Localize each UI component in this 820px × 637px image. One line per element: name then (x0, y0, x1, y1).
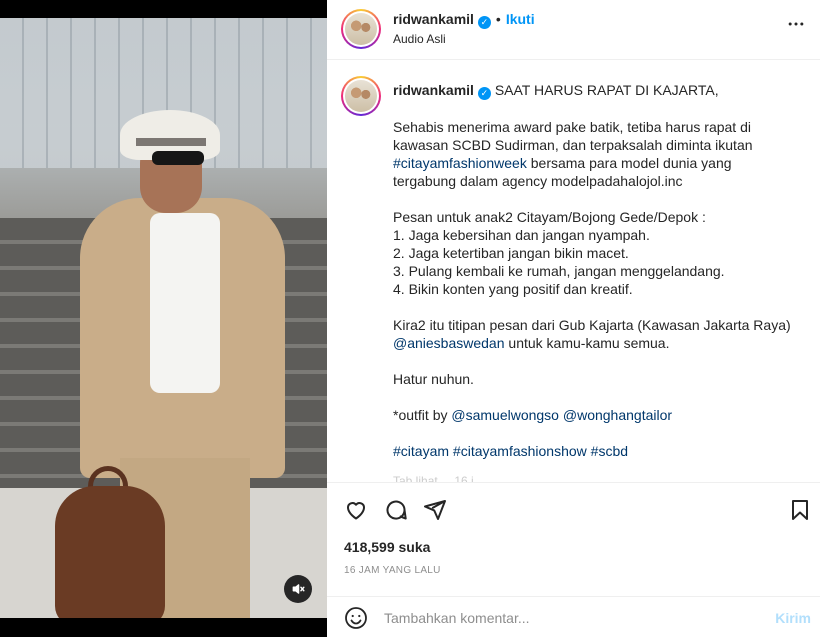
hashtag-link[interactable]: #citayamfashionweek (393, 155, 527, 171)
faded-translation-line: Tab lihat ... 16 j... (393, 474, 484, 483)
mention-link[interactable]: @wonghangtailor (563, 407, 672, 423)
send-comment-button[interactable]: Kirim (775, 610, 811, 626)
post-timestamp[interactable]: 16 JAM YANG LALU (344, 565, 441, 576)
comment-bar: Kirim (327, 596, 820, 637)
instagram-post-dialog: ridwankamil ✓ • Ikuti Audio Asli ridwankami… (0, 0, 820, 637)
post-media[interactable] (0, 0, 327, 637)
caption-username[interactable]: ridwankamil (393, 82, 474, 98)
like-count[interactable]: 418,599 suka (344, 539, 430, 555)
more-horizontal-icon[interactable] (786, 14, 806, 40)
hashtag-link[interactable]: #citayamfashionshow (453, 443, 587, 459)
caption-title: SAAT HARUS RAPAT DI KAJARTA, (494, 82, 719, 98)
leather-bag (55, 486, 165, 618)
list-item: 2. Jaga ketertiban jangan bikin macet. (393, 244, 629, 261)
comment-bubble-icon[interactable] (384, 498, 410, 524)
list-item: 1. Jaga kebersihan dan jangan nyampah. (393, 226, 650, 243)
audio-link[interactable]: Audio Asli (393, 32, 446, 46)
list-item: 3. Pulang kembali ke rumah, jangan mengg… (393, 262, 725, 279)
caption-text: ridwankamil ✓ SAAT HARUS RAPAT DI KAJARTA… (393, 81, 793, 460)
follow-button[interactable]: Ikuti (506, 11, 535, 27)
hashtag-link[interactable]: #scbd (591, 443, 628, 459)
caption-list-title: Pesan untuk anak2 Citayam/Bojong Gede/De… (393, 208, 706, 225)
mention-link[interactable]: @samuelwongso (451, 407, 559, 423)
post-header: ridwankamil ✓ • Ikuti Audio Asli (327, 0, 820, 60)
verified-badge-icon: ✓ (477, 16, 491, 29)
header-username[interactable]: ridwankamil (393, 11, 474, 27)
speaker-muted-icon[interactable] (284, 575, 312, 603)
list-item: 4. Bikin konten yang positif dan kreatif… (393, 280, 633, 297)
caption-para2-rest: untuk kamu-kamu semua. (508, 334, 670, 351)
send-paper-plane-icon[interactable] (423, 498, 449, 524)
caption-para2: Kira2 itu titipan pesan dari Gub Kajarta… (393, 316, 791, 333)
caption-thanks: Hatur nuhun. (393, 370, 474, 387)
mention-link[interactable]: @aniesbaswedan (393, 335, 505, 351)
hat-band (136, 138, 206, 146)
post-photo (0, 18, 327, 618)
sunglasses (152, 151, 204, 165)
heart-icon[interactable] (344, 498, 370, 524)
verified-badge-icon: ✓ (477, 86, 491, 100)
caption-scroll-area[interactable]: ridwankamil ✓ SAAT HARUS RAPAT DI KAJARTA… (327, 61, 820, 483)
white-shirt (150, 213, 220, 393)
separator-dot: • (495, 11, 501, 27)
post-side-panel: ridwankamil ✓ • Ikuti Audio Asli ridwankami… (327, 0, 820, 637)
avatar[interactable] (341, 9, 381, 49)
caption-para1: Sehabis menerima award pake batik, tetib… (393, 118, 755, 153)
emoji-smile-icon[interactable] (344, 606, 368, 630)
post-actions (327, 484, 820, 536)
caption-avatar[interactable] (341, 76, 381, 116)
outfit-label: *outfit by (393, 406, 448, 423)
bookmark-icon[interactable] (788, 498, 814, 524)
hashtag-link[interactable]: #citayam (393, 443, 449, 459)
header-user-line: ridwankamil ✓ • Ikuti (393, 11, 535, 29)
comment-input[interactable] (384, 606, 754, 630)
